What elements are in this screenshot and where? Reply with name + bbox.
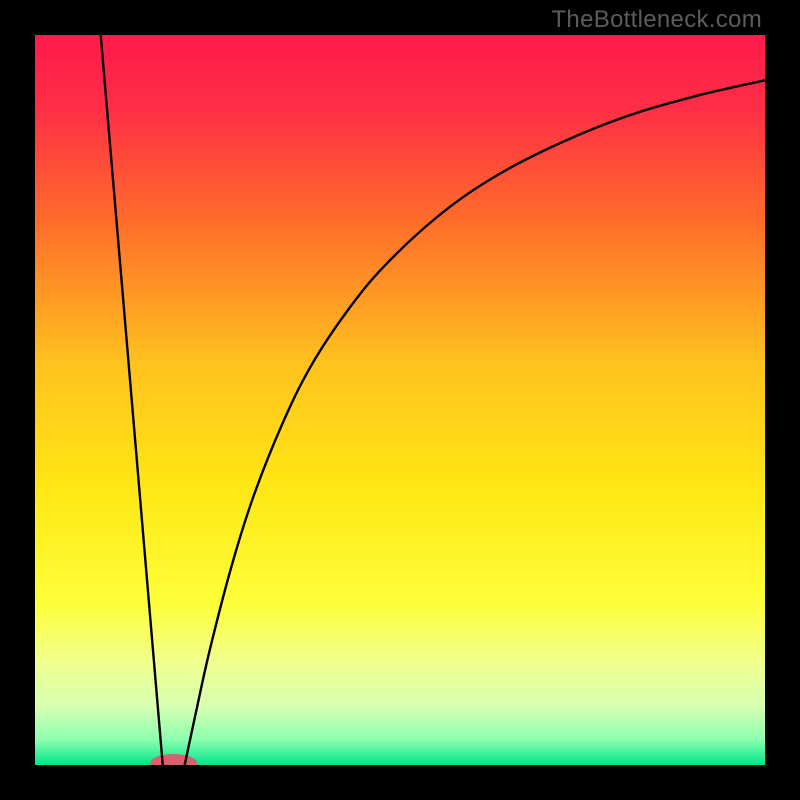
- chart-frame: TheBottleneck.com: [0, 0, 800, 800]
- plot-area: [35, 35, 765, 765]
- watermark-text: TheBottleneck.com: [551, 6, 762, 34]
- gradient-background: [35, 35, 765, 765]
- chart-svg: [35, 35, 765, 765]
